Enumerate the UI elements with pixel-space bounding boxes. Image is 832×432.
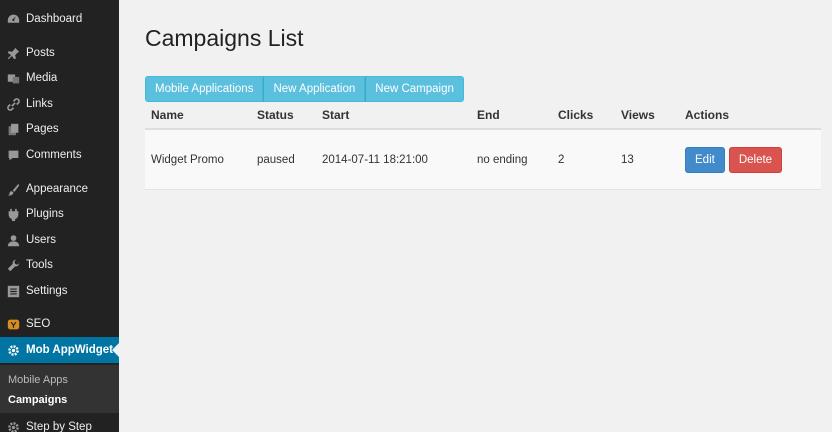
gear-icon (0, 421, 26, 432)
sidebar-item-label: Links (26, 98, 53, 110)
sidebar-item-label: Pages (26, 123, 59, 135)
sidebar-item-label: Step by Step (26, 421, 92, 432)
sidebar-item-users[interactable]: Users (0, 227, 119, 253)
row-actions: Edit Delete (685, 146, 786, 173)
plug-icon (0, 208, 26, 221)
pin-icon (0, 47, 26, 60)
column-header-status: Status (257, 108, 294, 122)
sidebar-item-label: Tools (26, 259, 53, 271)
admin-sidebar: Dashboard Posts Media Links Pages Commen… (0, 0, 119, 432)
campaigns-table: Name Status Start End Clicks Views Actio… (145, 102, 821, 190)
submenu-item-campaigns[interactable]: Campaigns (8, 394, 67, 406)
seo-icon (0, 318, 26, 331)
sidebar-item-label: Users (26, 234, 57, 246)
column-header-actions: Actions (685, 108, 730, 122)
sidebar-item-pages[interactable]: Pages (0, 116, 119, 142)
sidebar-item-posts[interactable]: Posts (0, 40, 119, 66)
sidebar-item-step-by-step[interactable]: Step by Step (0, 414, 119, 432)
user-icon (0, 234, 26, 247)
settings-icon (0, 285, 26, 298)
sidebar-item-media[interactable]: Media (0, 65, 119, 91)
sidebar-item-label: Appearance (26, 183, 89, 195)
sidebar-item-label: Settings (26, 285, 68, 297)
sidebar-item-seo[interactable]: SEO (0, 311, 119, 337)
column-header-start: Start (322, 108, 350, 122)
sidebar-item-dashboard[interactable]: Dashboard (0, 6, 119, 32)
sidebar-item-plugins[interactable]: Plugins (0, 201, 119, 227)
wrench-icon (0, 259, 26, 272)
mobile-applications-button[interactable]: Mobile Applications (145, 76, 264, 102)
sidebar-item-label: Mob AppWidget (26, 344, 113, 356)
sidebar-item-label: Plugins (26, 208, 64, 220)
column-header-views: Views (621, 108, 655, 122)
campaign-views: 13 (621, 153, 634, 166)
delete-button[interactable]: Delete (728, 146, 783, 173)
brush-icon (0, 183, 26, 196)
sidebar-item-tools[interactable]: Tools (0, 252, 119, 278)
campaign-name: Widget Promo (151, 153, 224, 166)
column-header-end: End (477, 108, 500, 122)
campaign-clicks: 2 (558, 153, 565, 166)
sidebar-item-label: Posts (26, 47, 55, 59)
sidebar-item-comments[interactable]: Comments (0, 142, 119, 168)
pages-icon (0, 123, 26, 136)
action-button-group: Mobile Applications New Application New … (145, 76, 464, 102)
submenu: Mobile Apps Campaigns (0, 365, 119, 413)
new-campaign-button[interactable]: New Campaign (365, 76, 464, 102)
sidebar-item-mob-appwidget[interactable]: Mob AppWidget (0, 337, 119, 363)
comment-icon (0, 149, 26, 162)
media-icon (0, 72, 26, 85)
new-application-button[interactable]: New Application (263, 76, 366, 102)
edit-button[interactable]: Edit (685, 146, 725, 173)
campaign-start: 2014-07-11 18:21:00 (322, 153, 428, 166)
table-header: Name Status Start End Clicks Views Actio… (145, 102, 821, 130)
gear-icon (0, 344, 26, 357)
campaign-end: no ending (477, 153, 528, 166)
campaign-status: paused (257, 153, 295, 166)
column-header-name: Name (151, 108, 184, 122)
sidebar-item-label: Media (26, 72, 58, 84)
dashboard-icon (0, 13, 26, 26)
page-title: Campaigns List (145, 25, 304, 51)
sidebar-item-label: Comments (26, 149, 82, 161)
table-row: Widget Promo paused 2014-07-11 18:21:00 … (145, 130, 821, 190)
sidebar-item-appearance[interactable]: Appearance (0, 176, 119, 202)
sidebar-item-label: Dashboard (26, 13, 83, 25)
sidebar-item-links[interactable]: Links (0, 91, 119, 117)
column-header-clicks: Clicks (558, 108, 594, 122)
link-icon (0, 97, 26, 111)
submenu-item-mobile-apps[interactable]: Mobile Apps (8, 374, 68, 386)
sidebar-item-settings[interactable]: Settings (0, 278, 119, 304)
sidebar-item-label: SEO (26, 318, 51, 330)
